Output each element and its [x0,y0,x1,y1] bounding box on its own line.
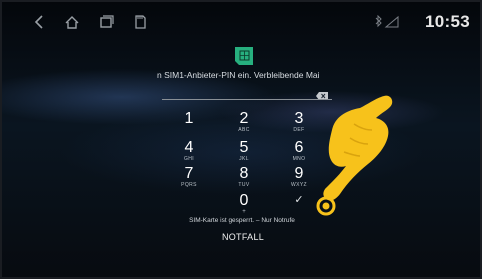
pin-prompt: n SIM1-Anbieter-PIN ein. Verbleibende Ma… [157,70,320,80]
recents-icon[interactable] [96,12,116,32]
clock: 10:53 [425,12,470,31]
key-0[interactable]: 0 + [224,192,264,218]
bluetooth-icon [375,14,382,28]
back-icon[interactable] [30,12,50,32]
key-1[interactable]: 1 [169,110,209,136]
sim-card-icon [232,46,256,66]
emergency-call-button[interactable]: NOTFALL [207,232,279,242]
key-8[interactable]: 8 TUV [224,165,264,191]
status-icons [372,14,402,29]
phone-screen: 10:53 n SIM1-Anbieter-PIN ein. Verbleibe… [0,0,482,279]
key-5[interactable]: 5 JKL [224,139,264,165]
signal-icon [384,15,399,28]
status-bar: 10:53 [2,2,480,42]
key-2[interactable]: 2 ABC [224,110,264,136]
pointing-hand-icon [302,90,402,220]
key-4[interactable]: 4 GHI [169,139,209,165]
key-7[interactable]: 7 PQRS [169,165,209,191]
sd-card-icon [130,12,150,32]
home-icon[interactable] [62,12,82,32]
